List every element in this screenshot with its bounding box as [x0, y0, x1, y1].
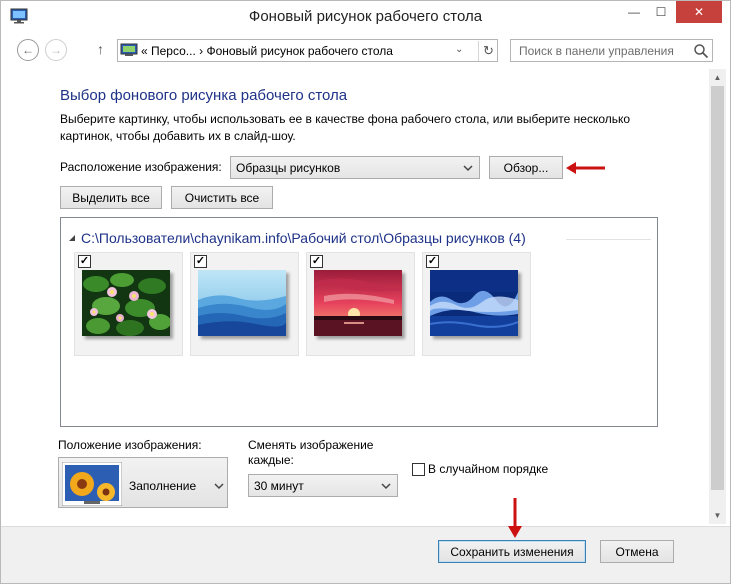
save-changes-button[interactable]: Сохранить изменения	[438, 540, 586, 563]
title-bar: Фоновый рисунок рабочего стола — ☐ ✕	[1, 1, 730, 33]
up-button[interactable]: ↑	[97, 41, 104, 57]
shuffle-checkbox[interactable]	[412, 462, 425, 476]
scroll-up-arrow-icon[interactable]: ▲	[709, 69, 726, 86]
search-box[interactable]	[510, 39, 713, 62]
red-sunset-image	[314, 270, 402, 336]
navigation-bar: ← → ↑ « Персо... › Фоновый рисунок рабоч…	[1, 33, 730, 67]
group-divider	[566, 239, 651, 240]
change-interval-select[interactable]: 30 минут	[248, 474, 398, 497]
folder-path: C:\Пользователи\chaynikam.info\Рабочий с…	[81, 230, 526, 246]
picture-location-label: Расположение изображения:	[60, 160, 222, 174]
minimize-button[interactable]: —	[621, 1, 647, 23]
maximize-button[interactable]: ☐	[648, 1, 674, 23]
scroll-down-arrow-icon[interactable]: ▼	[709, 507, 726, 524]
chevron-down-icon[interactable]: ⌄	[455, 44, 463, 55]
change-interval-value: 30 минут	[254, 479, 304, 493]
shuffle-option[interactable]: В случайном порядке	[412, 462, 548, 476]
change-interval-label: Сменять изображение каждые:	[248, 438, 374, 467]
red-arrow-down-icon	[508, 498, 522, 538]
picture-position-select[interactable]: Заполнение	[58, 457, 228, 508]
chevron-down-icon	[381, 483, 391, 490]
picture-checkbox[interactable]: ✓	[426, 255, 439, 268]
group-header[interactable]: C:\Пользователи\chaynikam.info\Рабочий с…	[67, 230, 526, 246]
control-panel-icon	[120, 43, 138, 56]
search-input[interactable]	[511, 40, 691, 61]
vertical-scrollbar[interactable]: ▲ ▼	[709, 69, 726, 524]
chevron-down-icon	[214, 483, 224, 490]
picture-thumbnail-red-sunset[interactable]: ✓	[306, 252, 415, 356]
search-icon[interactable]	[693, 43, 709, 59]
shuffle-label[interactable]: В случайном порядке	[428, 462, 548, 476]
control-panel-window: Фоновый рисунок рабочего стола — ☐ ✕ ← →…	[0, 0, 731, 584]
picture-position-label: Положение изображения:	[58, 438, 202, 452]
blue-waves-image	[430, 270, 518, 336]
refresh-button[interactable]: ↻	[478, 41, 498, 61]
picture-checkbox[interactable]: ✓	[78, 255, 91, 268]
scrollbar-thumb[interactable]	[711, 86, 724, 490]
picture-thumbnail-water-lilies[interactable]: ✓	[74, 252, 183, 356]
picture-location-select[interactable]: Образцы рисунков	[230, 156, 480, 179]
red-arrow-left-icon	[566, 162, 605, 174]
picture-position-value: Заполнение	[129, 479, 197, 493]
blue-mountains-image	[198, 270, 286, 336]
picture-checkbox[interactable]: ✓	[310, 255, 323, 268]
collapse-triangle-icon[interactable]	[67, 233, 77, 243]
clear-all-button[interactable]: Очистить все	[171, 186, 273, 209]
fill-position-preview-icon	[62, 462, 122, 506]
picture-thumbnail-blue-waves[interactable]: ✓	[422, 252, 531, 356]
forward-button[interactable]: →	[45, 39, 67, 61]
back-button[interactable]: ←	[17, 39, 39, 61]
page-description: Выберите картинку, чтобы использовать ее…	[60, 112, 631, 143]
water-lilies-image	[82, 270, 170, 336]
picture-checkbox[interactable]: ✓	[194, 255, 207, 268]
select-all-button[interactable]: Выделить все	[60, 186, 162, 209]
browse-button[interactable]: Обзор...	[489, 156, 563, 179]
picture-list[interactable]: C:\Пользователи\chaynikam.info\Рабочий с…	[60, 217, 658, 427]
address-bar[interactable]: « Персо... › Фоновый рисунок рабочего ст…	[117, 39, 498, 62]
cancel-button[interactable]: Отмена	[600, 540, 674, 563]
breadcrumb[interactable]: « Персо... › Фоновый рисунок рабочего ст…	[141, 44, 393, 58]
picture-location-value: Образцы рисунков	[236, 161, 341, 175]
picture-thumbnail-blue-mountains[interactable]: ✓	[190, 252, 299, 356]
page-title: Выбор фонового рисунка рабочего стола	[60, 87, 348, 104]
chevron-down-icon	[463, 165, 473, 172]
close-button[interactable]: ✕	[676, 1, 722, 23]
